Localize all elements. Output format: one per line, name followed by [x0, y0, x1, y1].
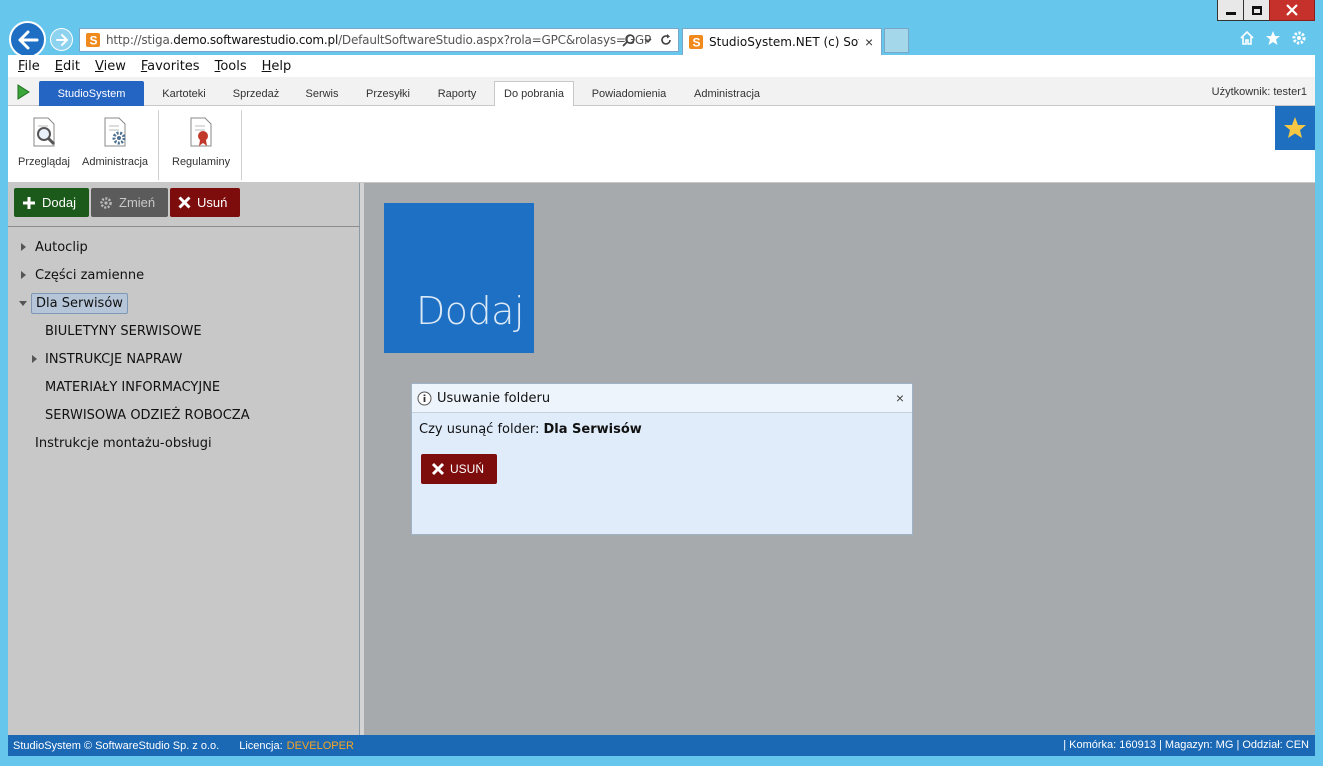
administration-button[interactable]: Administracja [82, 116, 148, 168]
user-label: Użytkownik: tester1 [1211, 86, 1307, 98]
tab-studiosystem[interactable]: StudioSystem [39, 81, 144, 106]
gear-icon [100, 196, 112, 209]
svg-text:S: S [90, 34, 98, 48]
site-logo-icon: S [689, 35, 703, 49]
document-gear-icon [104, 117, 126, 147]
arrow-left-icon [18, 30, 38, 49]
minimize-button[interactable] [1217, 0, 1244, 21]
tab-close-icon[interactable]: × [865, 34, 873, 50]
forward-button[interactable] [50, 28, 73, 51]
tree-item-biuletyny[interactable]: BIULETYNY SERWISOWE [8, 317, 360, 345]
certificate-icon [190, 117, 212, 147]
ribbon-separator [241, 110, 242, 180]
back-button[interactable] [9, 21, 46, 58]
browser-window: S http://stiga.demo.softwarestudio.com.p… [0, 0, 1323, 766]
arrow-right-icon [55, 33, 68, 46]
refresh-icon[interactable] [660, 33, 672, 47]
delete-button[interactable]: Usuń [170, 188, 240, 217]
confirm-delete-button[interactable]: USUŃ [421, 454, 497, 484]
dialog-message: Czy usunąć folder: Dla Serwisów [419, 422, 642, 437]
expand-arrow-icon[interactable] [21, 271, 26, 279]
close-window-button[interactable] [1269, 0, 1315, 21]
menu-edit[interactable]: Edit [55, 59, 80, 74]
add-tile[interactable]: Dodaj [384, 203, 534, 353]
tree-item-dla-serwisow[interactable]: Dla Serwisów [8, 289, 360, 317]
tab-administracja[interactable]: Administracja [684, 81, 770, 106]
delete-folder-dialog: Usuwanie folderu × Czy usunąć folder: Dl… [411, 383, 913, 535]
tab-sprzedaz[interactable]: Sprzedaż [224, 81, 288, 106]
folder-toolbar: Dodaj Zmień Usuń [8, 183, 360, 227]
menu-view[interactable]: View [95, 59, 126, 74]
svg-text:S: S [693, 36, 701, 50]
tree-item-czesci-zamienne[interactable]: Części zamienne [8, 261, 360, 289]
site-logo-icon: S [86, 33, 100, 47]
tree-item-materialy[interactable]: MATERIAŁY INFORMACYJNE [8, 373, 360, 401]
tab-powiadomienia[interactable]: Powiadomienia [582, 81, 676, 106]
x-icon [431, 462, 445, 476]
tree-item-odziez[interactable]: SERWISOWA ODZIEŻ ROBOCZA [8, 401, 360, 429]
ribbon: Przeglądaj Administracja Regulaminy [8, 106, 1315, 183]
tree-item-instrukcje-montazu[interactable]: Instrukcje montażu-obsługi [8, 429, 360, 457]
app-tab-bar: StudioSystem Kartoteki Sprzedaż Serwis P… [8, 77, 1315, 106]
star-icon [1284, 117, 1306, 138]
new-tab-button[interactable] [884, 28, 909, 53]
tab-kartoteki[interactable]: Kartoteki [152, 81, 216, 106]
dialog-close-icon[interactable]: × [896, 390, 904, 406]
minimize-icon [1225, 11, 1236, 15]
expand-arrow-icon[interactable] [21, 243, 26, 251]
gear-icon[interactable] [1291, 30, 1307, 46]
home-icon[interactable] [1239, 30, 1255, 46]
tab-raporty[interactable]: Raporty [428, 81, 486, 106]
menu-tools[interactable]: Tools [215, 59, 247, 74]
close-icon [1286, 4, 1298, 16]
license-value: DEVELOPER [286, 739, 354, 752]
dialog-title: Usuwanie folderu [437, 390, 551, 406]
license-label: Licencja: [239, 739, 283, 752]
status-info: | Komórka: 160913 | Magazyn: MG | Oddzia… [1063, 739, 1309, 751]
tab-serwis[interactable]: Serwis [296, 81, 348, 106]
folder-name: Dla Serwisów [543, 422, 642, 437]
tab-do-pobrania[interactable]: Do pobrania [494, 81, 574, 106]
maximize-icon [1251, 5, 1262, 15]
status-bar: StudioSystem © SoftwareStudio Sp. z o.o.… [8, 735, 1315, 756]
add-button[interactable]: Dodaj [14, 188, 89, 217]
x-icon [178, 196, 191, 209]
browse-button[interactable]: Przeglądaj [18, 116, 70, 168]
chevron-down-icon[interactable] [644, 33, 652, 47]
tab-przesylki[interactable]: Przesyłki [356, 81, 420, 106]
menu-file[interactable]: File [18, 59, 40, 74]
ribbon-separator [158, 110, 159, 180]
copyright-text: StudioSystem © SoftwareStudio Sp. z o.o. [13, 739, 220, 752]
document-search-icon [33, 117, 56, 147]
expand-arrow-icon[interactable] [32, 355, 37, 363]
favorite-button[interactable] [1275, 106, 1315, 150]
info-icon [417, 391, 432, 405]
menu-favorites[interactable]: Favorites [141, 59, 200, 74]
address-bar[interactable]: S http://stiga.demo.softwarestudio.com.p… [79, 28, 679, 52]
favorites-star-icon[interactable] [1265, 30, 1281, 46]
window-controls [1217, 0, 1315, 21]
dialog-header: Usuwanie folderu × [412, 384, 912, 413]
tab-title: StudioSystem.NET (c) Soft... [709, 35, 859, 49]
rules-button[interactable]: Regulaminy [172, 116, 230, 168]
tree-item-instrukcje-napraw[interactable]: INSTRUKCJE NAPRAW [8, 345, 360, 373]
browser-tab[interactable]: S StudioSystem.NET (c) Soft... × [682, 28, 882, 55]
menu-bar: File Edit View Favorites Tools Help [8, 55, 1315, 77]
search-icon[interactable] [622, 33, 636, 47]
menu-help[interactable]: Help [262, 59, 292, 74]
url-text: http://stiga.demo.softwarestudio.com.pl/… [106, 33, 652, 47]
play-icon[interactable] [16, 84, 30, 100]
folder-tree: Autoclip Części zamienne Dla Serwisów BI… [8, 233, 360, 457]
folder-panel: Dodaj Zmień Usuń Autoclip Części zamienn… [8, 183, 360, 735]
edit-button[interactable]: Zmień [91, 188, 168, 217]
collapse-arrow-icon[interactable] [19, 300, 27, 306]
maximize-button[interactable] [1243, 0, 1270, 21]
tree-item-autoclip[interactable]: Autoclip [8, 233, 360, 261]
plus-icon [23, 196, 35, 209]
